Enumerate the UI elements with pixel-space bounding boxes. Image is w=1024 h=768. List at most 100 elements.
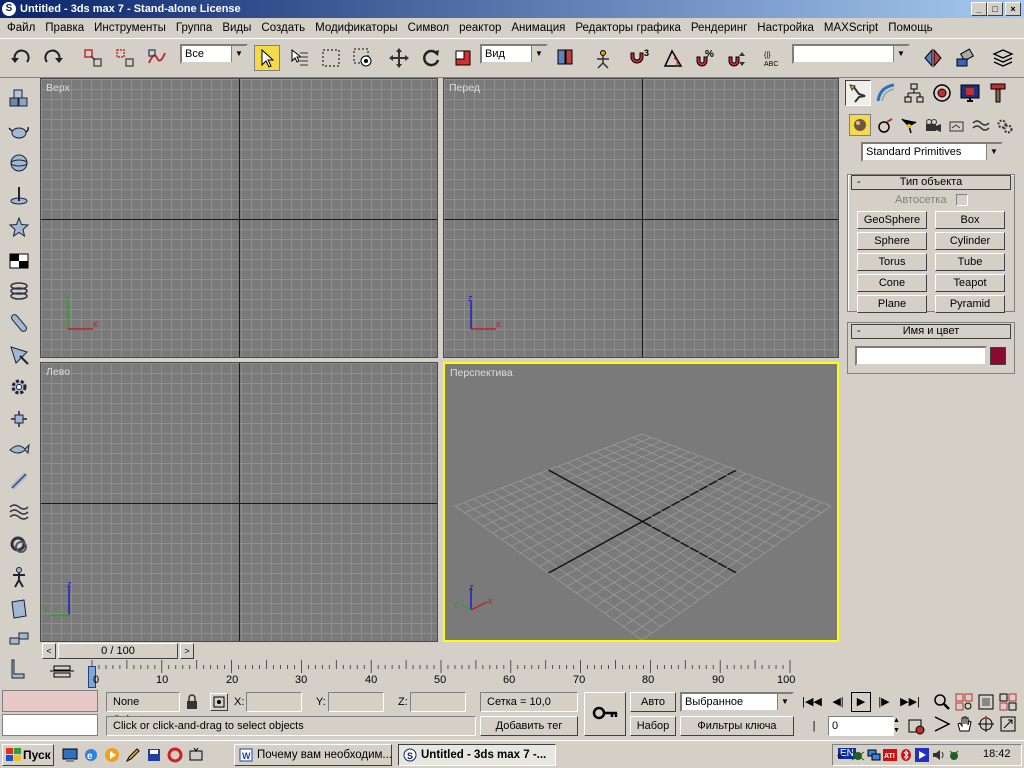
absolute-mode-toggle[interactable] bbox=[210, 693, 228, 711]
select-object-button[interactable] bbox=[254, 45, 280, 71]
tube-button[interactable]: Tube bbox=[935, 253, 1005, 271]
x-coordinate-field[interactable] bbox=[246, 692, 302, 712]
select-and-move-button[interactable] bbox=[386, 45, 412, 71]
play-button[interactable]: ▶ bbox=[851, 692, 871, 712]
current-frame-field[interactable]: 0 bbox=[828, 716, 894, 736]
select-and-link-button[interactable] bbox=[80, 45, 106, 71]
time-slider-thumb[interactable]: 0 / 100 bbox=[58, 643, 178, 659]
bones-tool-button[interactable] bbox=[6, 468, 32, 494]
category-systems-button[interactable] bbox=[995, 116, 1015, 136]
pan-button[interactable] bbox=[954, 714, 974, 734]
coil-tool-button[interactable] bbox=[6, 278, 32, 304]
add-time-tag-button[interactable]: Добавить тег bbox=[480, 716, 578, 736]
link-chain-tool-button[interactable] bbox=[6, 626, 32, 652]
ring-tool-button[interactable] bbox=[6, 532, 32, 558]
time-configuration-button[interactable] bbox=[906, 716, 926, 736]
sphere-tool-button[interactable] bbox=[6, 150, 32, 176]
tab-display[interactable] bbox=[957, 80, 983, 106]
quicklaunch-app-3[interactable] bbox=[167, 747, 183, 763]
zoom-all-button[interactable] bbox=[954, 692, 974, 712]
capsule-tool-button[interactable] bbox=[6, 310, 32, 336]
teapot-tool-button[interactable] bbox=[6, 118, 32, 144]
start-button[interactable]: Пуск bbox=[2, 744, 54, 766]
tab-motion[interactable] bbox=[929, 80, 955, 106]
key-mode-toggle[interactable]: |◀▶| bbox=[804, 716, 824, 752]
undo-button[interactable] bbox=[8, 45, 34, 71]
star-tool-button[interactable] bbox=[6, 214, 32, 240]
autogrid-checkbox[interactable] bbox=[956, 194, 968, 206]
speaker-icon[interactable] bbox=[931, 748, 945, 762]
select-and-scale-button[interactable] bbox=[450, 45, 476, 71]
selection-lock-toggle[interactable] bbox=[184, 693, 200, 711]
quicklaunch-app-1[interactable] bbox=[125, 747, 141, 763]
layer-manager-button[interactable] bbox=[990, 45, 1016, 71]
viewport-top[interactable]: Верх y x bbox=[40, 78, 438, 358]
pivot-center-button[interactable] bbox=[552, 45, 578, 71]
cylinder-button[interactable]: Cylinder bbox=[935, 232, 1005, 250]
unlink-button[interactable] bbox=[112, 45, 138, 71]
plane-button[interactable]: Plane bbox=[857, 295, 927, 313]
maxscript-listener-white[interactable] bbox=[2, 714, 98, 736]
quicklaunch-explorer[interactable]: e bbox=[83, 747, 99, 763]
set-key-mode-button[interactable]: Набор bbox=[630, 716, 676, 736]
zoom-extents-button[interactable] bbox=[976, 692, 996, 712]
rectangular-selection-button[interactable] bbox=[318, 45, 344, 71]
tab-hierarchy[interactable] bbox=[901, 80, 927, 106]
menu-customize[interactable]: Настройка bbox=[752, 18, 819, 38]
window-crossing-button[interactable] bbox=[350, 45, 376, 71]
teapot-button[interactable]: Teapot bbox=[935, 274, 1005, 292]
maximize-button[interactable]: □ bbox=[987, 2, 1003, 16]
foot-tool-button[interactable] bbox=[6, 656, 32, 682]
next-frame-button[interactable]: |▶ bbox=[874, 692, 894, 712]
whale-tool-button[interactable] bbox=[6, 436, 32, 462]
reference-coordinate-dropdown[interactable]: Вид ▼ bbox=[480, 44, 548, 64]
object-name-input[interactable] bbox=[855, 346, 987, 366]
angle-snap-button[interactable] bbox=[660, 45, 686, 71]
quicklaunch-media-player[interactable] bbox=[104, 747, 120, 763]
category-cameras-button[interactable] bbox=[923, 116, 943, 136]
menu-file[interactable]: Файл bbox=[2, 18, 40, 38]
clock[interactable]: 18:42 bbox=[983, 748, 1011, 760]
bind-to-space-warp-button[interactable] bbox=[144, 45, 170, 71]
previous-key-button[interactable]: ◀| bbox=[828, 692, 848, 712]
sphere-button[interactable]: Sphere bbox=[857, 232, 927, 250]
auto-key-button[interactable]: Авто bbox=[630, 692, 676, 712]
menu-help[interactable]: Помощь bbox=[883, 18, 937, 38]
name-color-rollout-header[interactable]: - Имя и цвет bbox=[851, 324, 1011, 339]
box-button[interactable]: Box bbox=[935, 211, 1005, 229]
arc-rotate-button[interactable] bbox=[976, 714, 996, 734]
snaps-toggle-button[interactable]: 3 bbox=[626, 45, 652, 71]
object-color-swatch[interactable] bbox=[990, 347, 1006, 365]
previous-frame-arrow[interactable]: < bbox=[42, 643, 56, 659]
primitive-category-dropdown[interactable]: Standard Primitives ▼ bbox=[861, 142, 1003, 162]
category-helpers-button[interactable] bbox=[947, 116, 967, 136]
next-frame-arrow[interactable]: > bbox=[180, 643, 194, 659]
tab-utilities[interactable] bbox=[985, 80, 1011, 106]
wave-tool-button[interactable] bbox=[6, 498, 32, 524]
key-mode-dropdown[interactable]: Выбранное ▼ bbox=[680, 692, 794, 712]
tab-modify[interactable] bbox=[873, 80, 899, 106]
taskbar-item-word[interactable]: W Почему вам необходим... bbox=[234, 744, 392, 766]
category-geometry-button[interactable] bbox=[849, 114, 871, 136]
camera-target-tool-button[interactable] bbox=[6, 406, 32, 432]
boxes-tool-button[interactable] bbox=[6, 86, 32, 112]
minimize-button[interactable]: _ bbox=[971, 2, 987, 16]
viewport-perspective[interactable]: Перспектива z x y bbox=[443, 362, 839, 642]
torus-button[interactable]: Torus bbox=[857, 253, 927, 271]
tray-expand-chevron[interactable]: « bbox=[837, 748, 844, 762]
menu-maxscript[interactable]: MAXScript bbox=[819, 18, 883, 38]
menu-animation[interactable]: Анимация bbox=[506, 18, 570, 38]
go-to-start-button[interactable]: |◀◀ bbox=[802, 692, 822, 712]
media-play-icon[interactable] bbox=[915, 748, 929, 762]
y-coordinate-field[interactable] bbox=[328, 692, 384, 712]
biped-tool-button[interactable] bbox=[6, 564, 32, 590]
align-button[interactable] bbox=[952, 45, 978, 71]
tab-create[interactable] bbox=[845, 80, 871, 106]
zoom-extents-all-button[interactable] bbox=[998, 692, 1018, 712]
pyramid-button[interactable]: Pyramid bbox=[935, 295, 1005, 313]
maximize-viewport-toggle[interactable] bbox=[998, 714, 1018, 734]
cone-button[interactable]: Cone bbox=[857, 274, 927, 292]
app-icon[interactable]: S bbox=[2, 2, 16, 16]
category-lights-button[interactable] bbox=[899, 116, 919, 136]
quicklaunch-desktop[interactable] bbox=[62, 747, 78, 763]
